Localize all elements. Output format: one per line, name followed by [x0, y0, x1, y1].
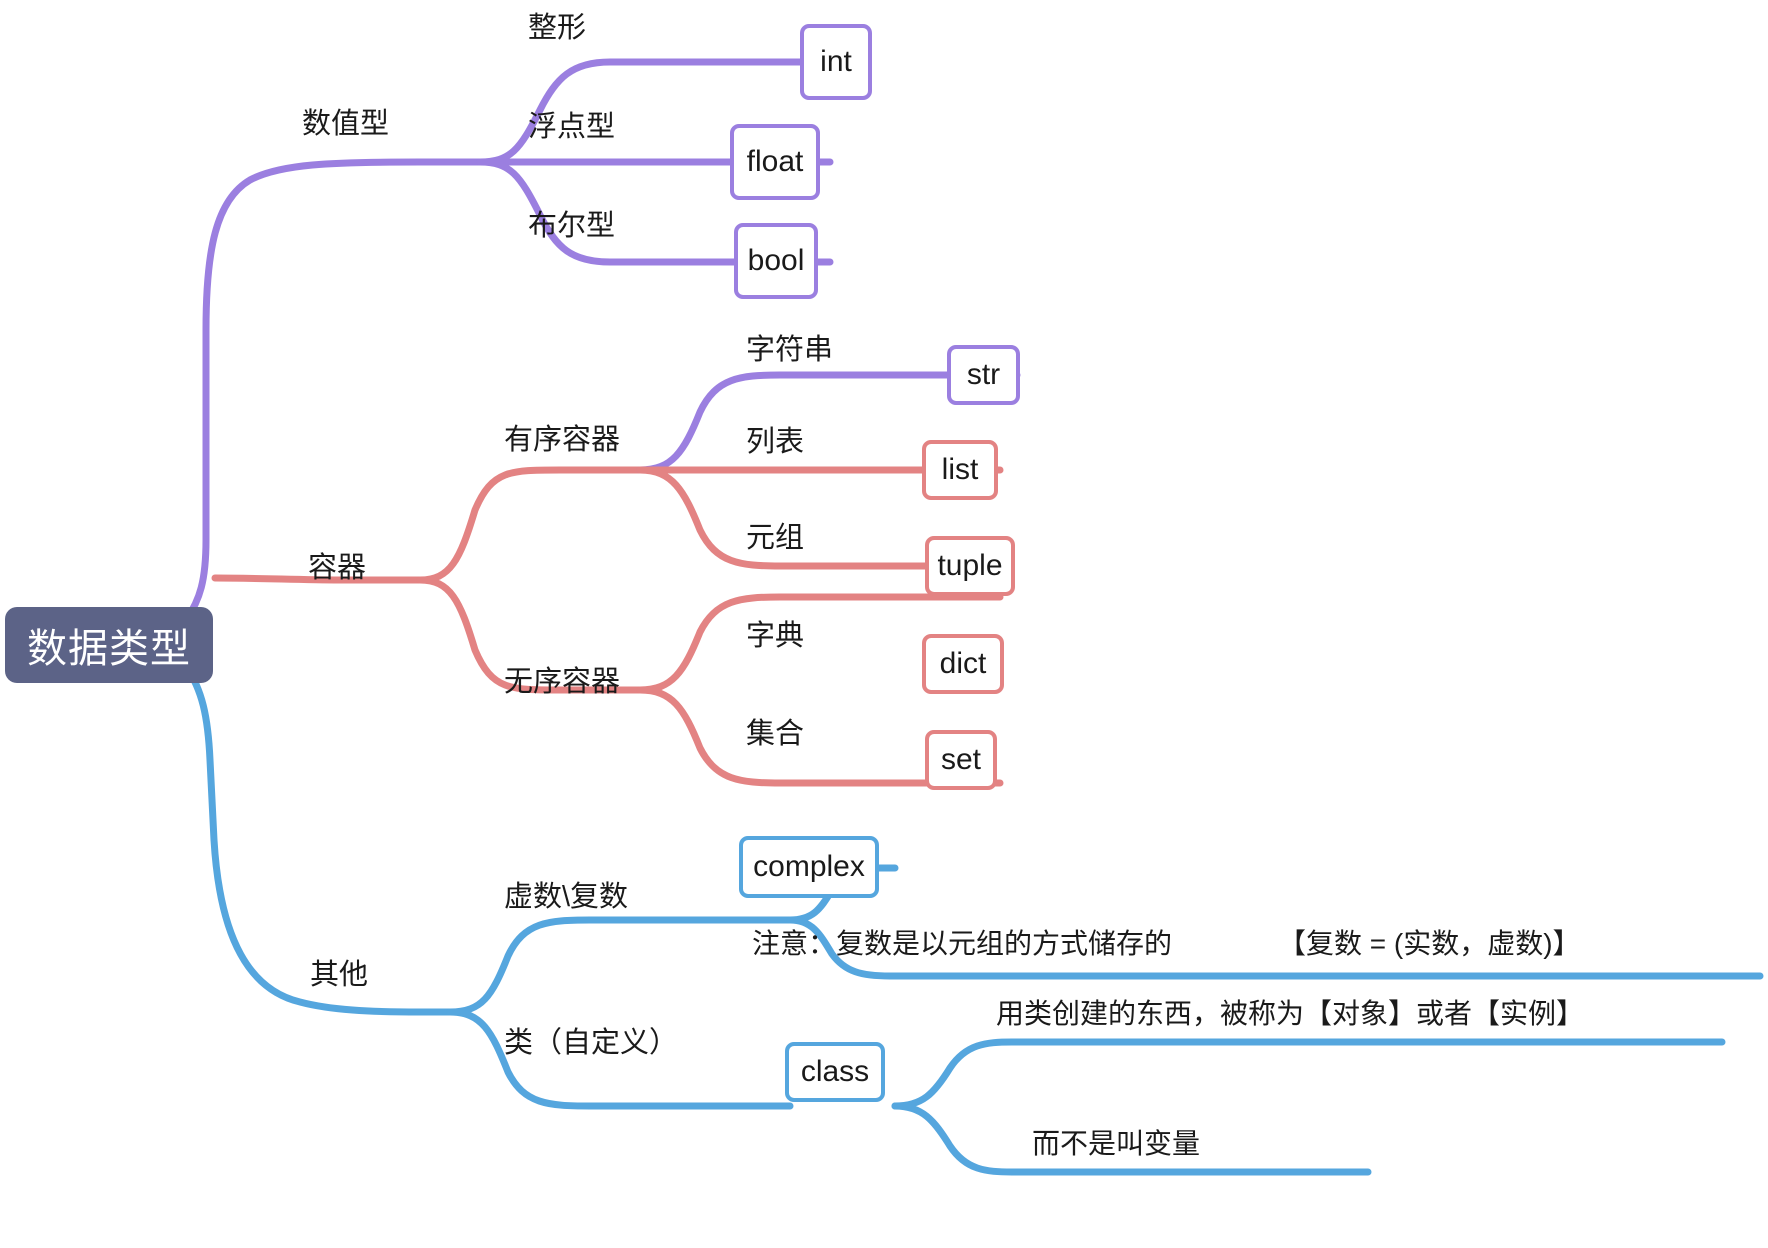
wire-class-note-1: [891, 1038, 1726, 1110]
sublabel-list[interactable]: 列表: [746, 428, 804, 457]
root-node[interactable]: 数据类型: [5, 607, 213, 683]
node-set-label: set: [940, 743, 982, 776]
note-complex-formula: 【复数 = (实数，虚数)】: [1278, 928, 1581, 959]
note-complex-storage: 注意：复数是以元组的方式储存的: [752, 928, 1173, 959]
node-str-label: str: [966, 358, 1001, 391]
node-complex-label: complex: [753, 850, 865, 883]
branch-label-numeric[interactable]: 数值型: [302, 110, 389, 139]
node-float-label: float: [746, 145, 804, 178]
node-list[interactable]: list: [922, 440, 998, 500]
node-dict[interactable]: dict: [922, 634, 1004, 694]
sublabel-tuple[interactable]: 元组: [746, 524, 804, 553]
note-class-object: 用类创建的东西，被称为【对象】或者【实例】: [996, 998, 1585, 1029]
group-label-ordered[interactable]: 有序容器: [504, 426, 620, 455]
branch-label-other[interactable]: 其他: [310, 961, 368, 990]
node-int-label: int: [820, 45, 852, 78]
mindmap-canvas: 数据类型 数值型 整形 int 浮点型 float 布尔型 bool 容器 有序…: [0, 0, 1768, 1248]
sublabel-bool[interactable]: 布尔型: [528, 212, 615, 241]
branch-label-container[interactable]: 容器: [308, 554, 366, 583]
node-set[interactable]: set: [925, 730, 997, 790]
node-float[interactable]: float: [730, 124, 820, 200]
sublabel-str[interactable]: 字符串: [746, 336, 833, 365]
node-list-label: list: [941, 453, 979, 486]
wire-container-to-ordered: [416, 466, 644, 584]
sublabel-float[interactable]: 浮点型: [528, 113, 615, 142]
node-tuple-label: tuple: [937, 549, 1003, 582]
node-bool[interactable]: bool: [734, 223, 818, 299]
node-complex[interactable]: complex: [739, 836, 879, 898]
node-class-label: class: [800, 1055, 870, 1088]
group-label-class[interactable]: 类（自定义）: [504, 1029, 678, 1058]
sublabel-set[interactable]: 集合: [746, 720, 804, 749]
node-dict-label: dict: [939, 647, 987, 680]
node-int[interactable]: int: [800, 24, 872, 100]
sublabel-dict[interactable]: 字典: [746, 622, 804, 651]
note-class-not-variable: 而不是叫变量: [1032, 1128, 1201, 1159]
node-class[interactable]: class: [785, 1042, 885, 1102]
wire-other-to-imaginary: [446, 916, 794, 1016]
node-str[interactable]: str: [947, 345, 1020, 405]
sublabel-int[interactable]: 整形: [528, 14, 586, 43]
group-label-unordered[interactable]: 无序容器: [504, 668, 620, 697]
group-label-imaginary[interactable]: 虚数\复数: [504, 883, 628, 912]
node-tuple[interactable]: tuple: [925, 536, 1015, 596]
root-node-label: 数据类型: [27, 627, 191, 671]
node-bool-label: bool: [747, 244, 805, 277]
